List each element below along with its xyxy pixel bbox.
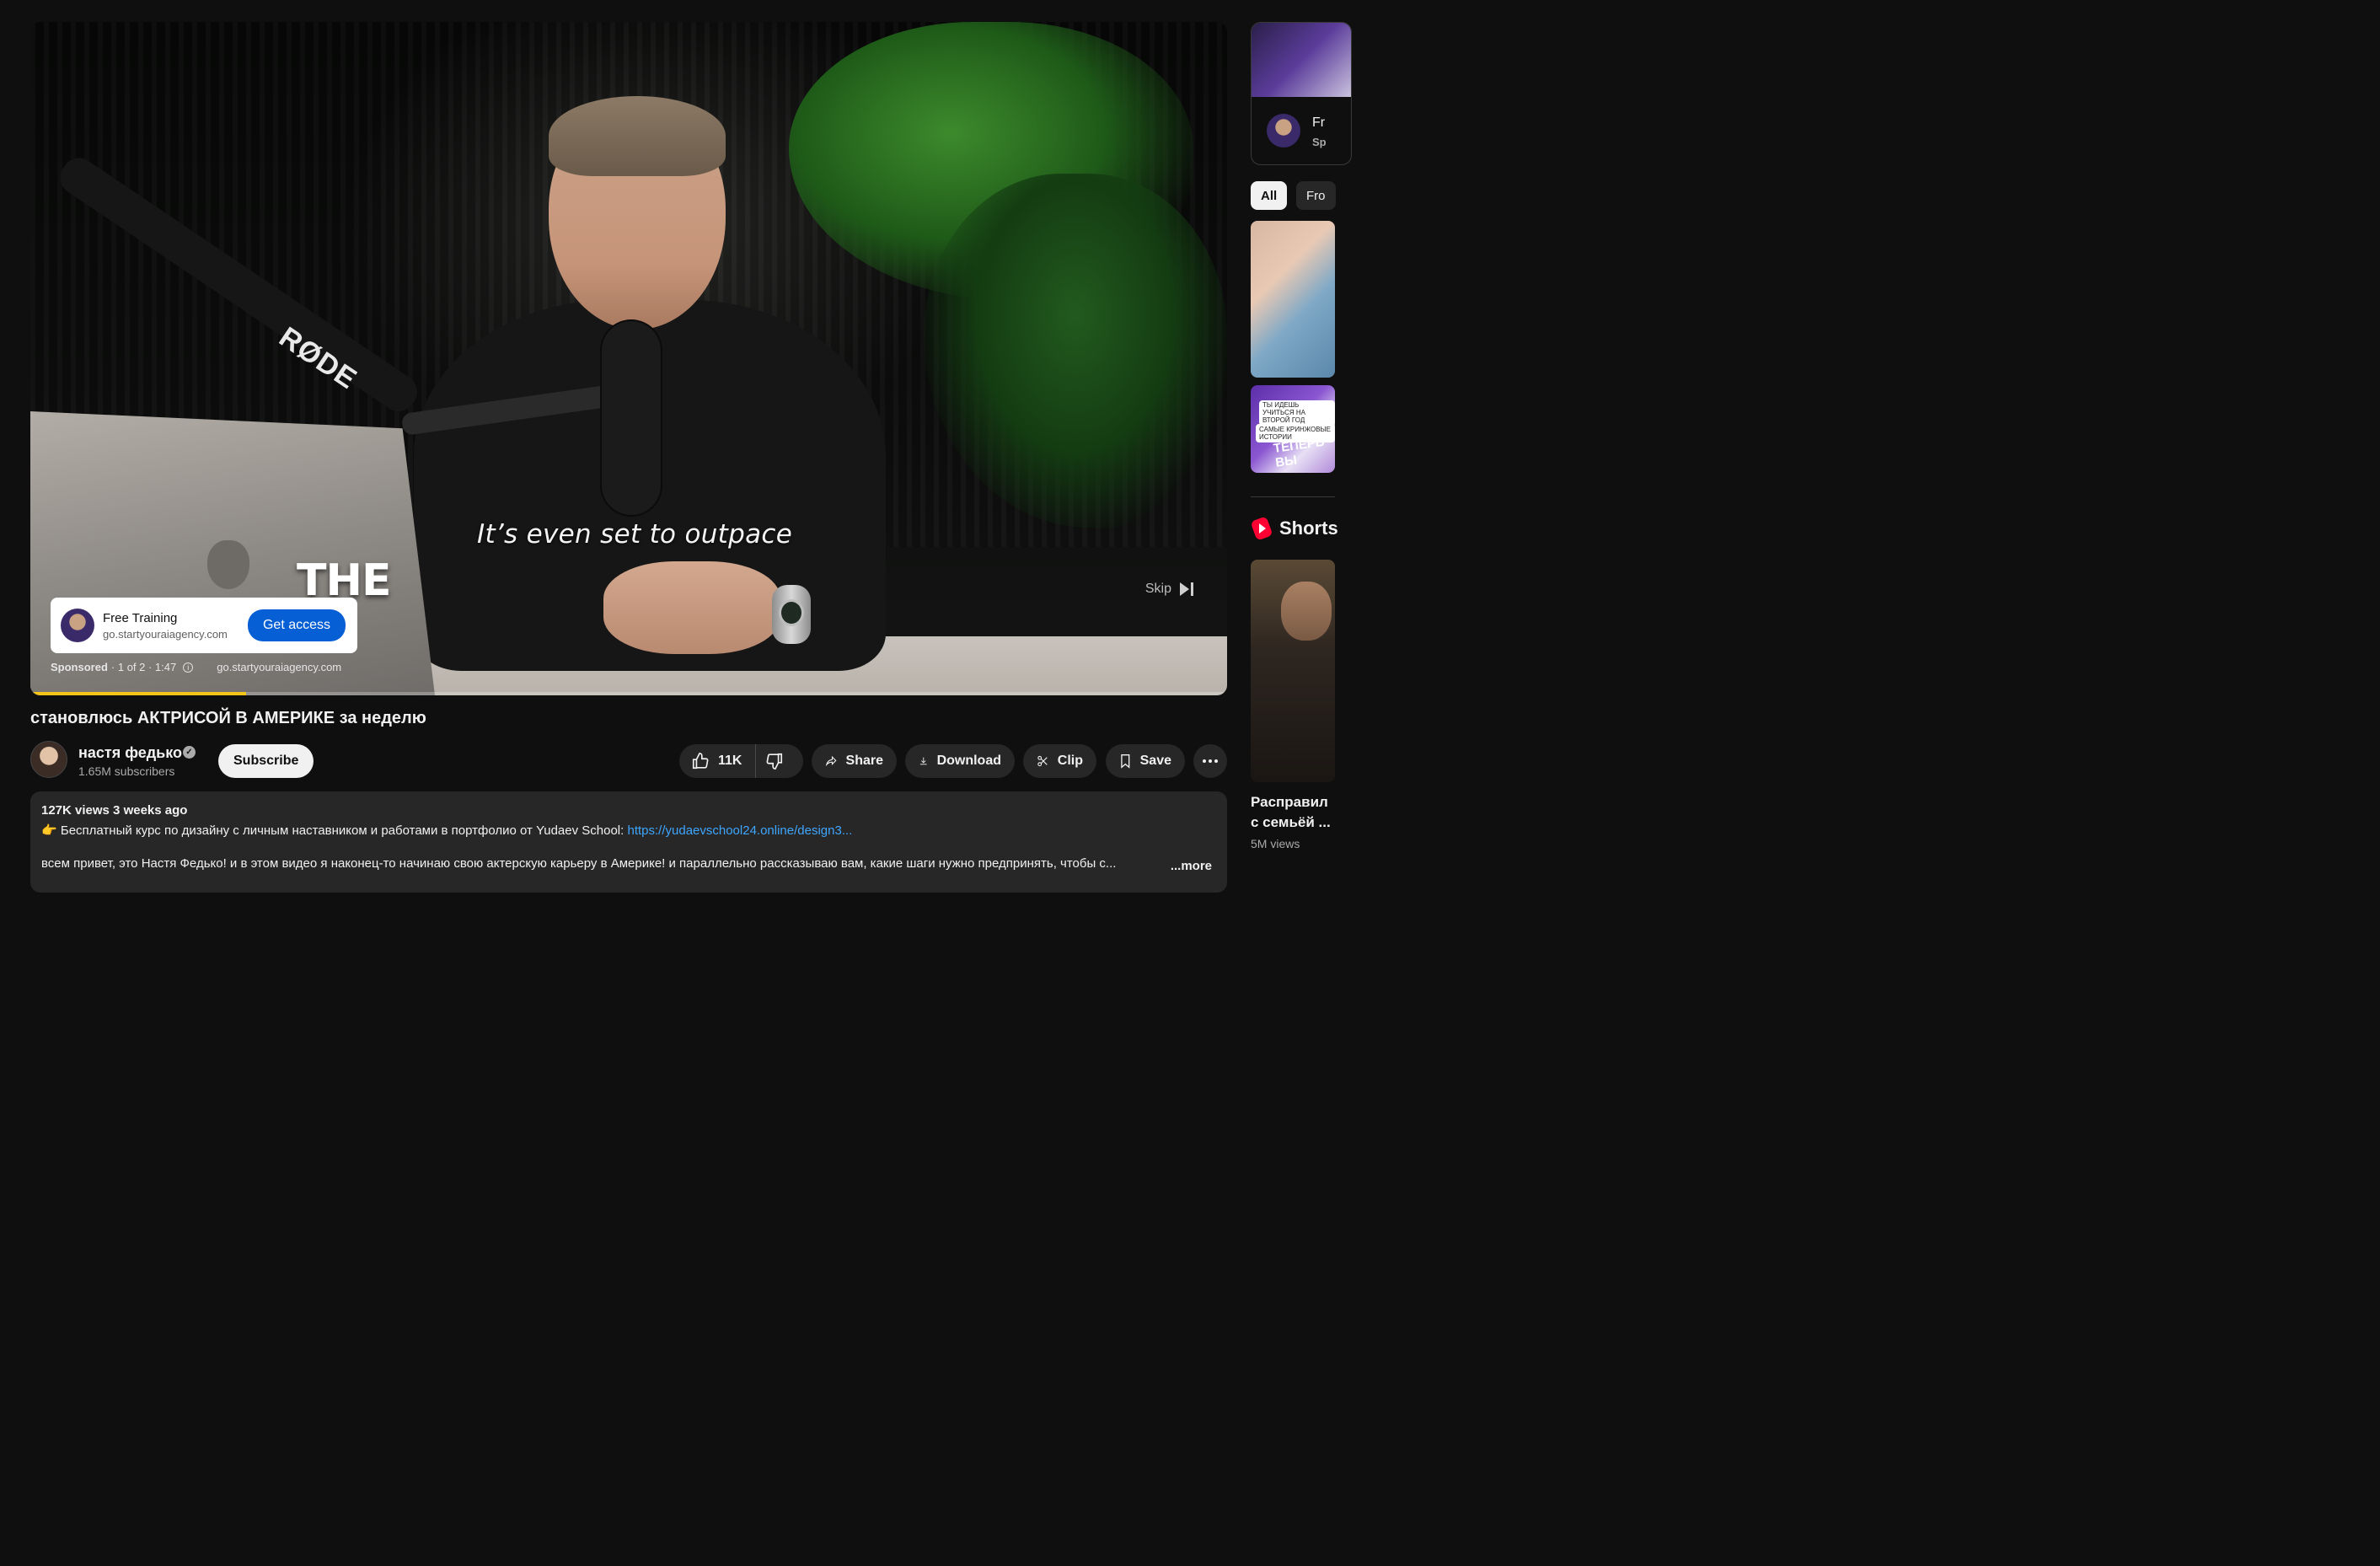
sidebar-divider: [1251, 496, 1335, 497]
video-title: становлюсь АКТРИСОЙ В АМЕРИКЕ за неделю: [30, 709, 426, 727]
dislike-button[interactable]: [756, 744, 801, 778]
sponsored-label: Sponsored: [51, 661, 108, 673]
sidebar-ad-title: Fr: [1312, 115, 1326, 130]
like-icon: [692, 753, 709, 770]
watch-face: [779, 599, 804, 626]
video-player[interactable]: RØDE It’s even set to outpace THE Skip F…: [30, 22, 1227, 695]
subscribe-button[interactable]: Subscribe: [218, 744, 314, 778]
ad-counter: · 1 of 2 · 1:47: [110, 661, 177, 673]
show-more-button[interactable]: ...more: [1165, 859, 1212, 873]
laptop-logo: [207, 540, 249, 589]
verified-icon: ✓: [183, 746, 196, 759]
more-icon: [1203, 759, 1206, 763]
clip-button[interactable]: Clip: [1023, 744, 1096, 778]
description-body: всем привет, это Настя Федько! и в этом …: [41, 856, 1117, 871]
download-button[interactable]: Download: [905, 744, 1015, 778]
ad-meta: Sponsored · 1 of 2 · 1:47 i go.startyour…: [51, 661, 341, 673]
person-hair: [549, 96, 726, 176]
sidebar-ad-sponsored: Sp: [1312, 136, 1327, 148]
recommended-thumbnail[interactable]: ТЫ ИДЕШЬ УЧИТЬСЯ НА ВТОРОЙ ГОД САМЫЕ КРИ…: [1251, 385, 1335, 473]
microphone: [602, 321, 661, 515]
video-caption: It’s even set to outpace: [477, 519, 793, 550]
ad-url: go.startyouraiagency.com: [103, 627, 228, 641]
ad-progress-fill: [30, 692, 246, 695]
share-label: Share: [845, 754, 883, 768]
save-label: Save: [1139, 754, 1171, 768]
short-title-line: с семьёй ...: [1251, 814, 1331, 830]
view-count-date: 127K views 3 weeks ago: [41, 803, 188, 818]
sidebar-ad-thumbnail: [1252, 23, 1351, 97]
clip-label: Clip: [1057, 754, 1083, 768]
sidebar-ad-avatar: [1267, 114, 1300, 147]
short-views: 5M views: [1251, 837, 1300, 850]
shorts-play-glyph: [1259, 523, 1266, 534]
shorts-heading: Shorts: [1279, 518, 1338, 539]
ad-card[interactable]: Free Training go.startyouraiagency.com G…: [51, 598, 357, 653]
person-hands: [603, 561, 780, 654]
download-label: Download: [936, 754, 1001, 768]
channel-row: настя федько ✓ 1.65M subscribers Subscri…: [30, 741, 1227, 780]
info-icon[interactable]: i: [183, 662, 194, 673]
like-dislike-group: 11K: [679, 744, 803, 778]
short-thumbnail-face: [1281, 582, 1332, 641]
more-actions-button[interactable]: [1193, 744, 1227, 778]
share-button[interactable]: Share: [812, 744, 897, 778]
like-button[interactable]: 11K: [679, 744, 757, 778]
recommended-thumbnail[interactable]: [1251, 221, 1335, 378]
description-promo: 👉 Бесплатный курс по дизайну с личным на…: [41, 823, 628, 838]
save-icon: [1121, 754, 1130, 769]
skip-label: Skip: [1144, 582, 1171, 596]
description-box[interactable]: 127K views 3 weeks ago 👉 Бесплатный курс…: [30, 791, 1227, 893]
description-link[interactable]: https://yudaevschool24.online/design3...: [627, 823, 852, 838]
download-icon: [919, 757, 927, 765]
channel-avatar[interactable]: [30, 741, 67, 778]
thumbnail-text: ТЫ ИДЕШЬ УЧИТЬСЯ НА ВТОРОЙ ГОД: [1259, 400, 1335, 426]
short-title-line: Расправил: [1251, 794, 1328, 810]
chip-from[interactable]: Fro: [1296, 181, 1336, 210]
share-icon: [825, 755, 837, 767]
clip-icon: [1037, 755, 1048, 767]
save-button[interactable]: Save: [1106, 744, 1185, 778]
channel-name[interactable]: настя федько: [78, 744, 182, 762]
ad-title: Free Training: [103, 610, 178, 625]
skip-ad-button[interactable]: Skip: [1145, 582, 1193, 597]
chip-all[interactable]: All: [1251, 181, 1288, 210]
like-count: 11K: [718, 754, 742, 768]
get-access-button[interactable]: Get access: [247, 609, 346, 641]
sidebar-ad[interactable]: Fr Sp: [1251, 22, 1352, 165]
dislike-icon: [767, 753, 783, 770]
ad-meta-url[interactable]: go.startyouraiagency.com: [217, 661, 341, 673]
ad-avatar: [61, 609, 94, 642]
skip-icon: [1180, 582, 1193, 596]
description-line: 👉 Бесплатный курс по дизайну с личным на…: [41, 823, 1216, 838]
subscriber-count: 1.65M subscribers: [78, 764, 175, 778]
short-title[interactable]: Расправил с семьёй ...: [1251, 792, 1331, 833]
